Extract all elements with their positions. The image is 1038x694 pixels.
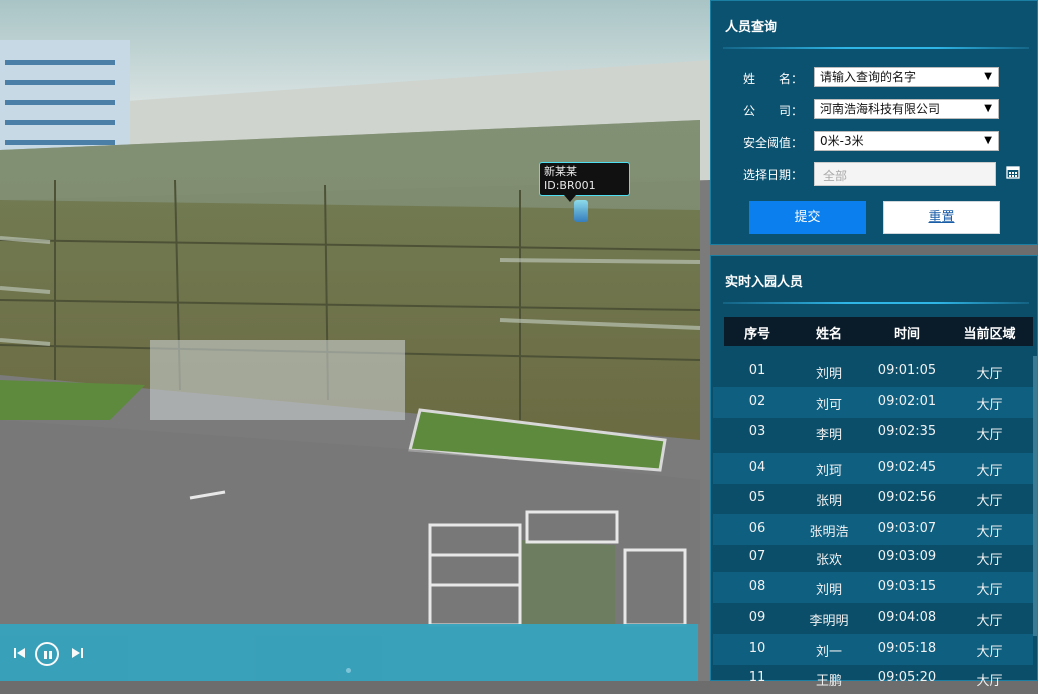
table-row[interactable]: 11 王鹏 09:05:20 大厅 [713,663,1033,694]
skip-next-icon[interactable] [70,646,84,660]
row-area: 大厅 [976,583,1003,598]
title-divider [723,302,1029,304]
3d-scene-viewport[interactable]: 新某某 ID:BR001 [0,0,710,681]
person-query-panel: 人员查询 姓 名： 请输入查询的名字 ▼ 公 司： 河南浩海科技有限公司 ▼ 安… [710,0,1038,245]
panel-title: 人员查询 [725,20,778,35]
row-name: 刘珂 [815,464,842,479]
row-time: 09:03:09 [877,549,937,564]
row-area: 大厅 [976,553,1003,568]
row-index: 03 [748,424,766,439]
chevron-down-icon: ▼ [984,103,992,114]
name-select-value: 请输入查询的名字 [820,70,917,84]
row-name: 王鹏 [815,674,842,689]
table-row[interactable]: 09 李明明 09:04:08 大厅 [713,603,1033,634]
table-row[interactable]: 02 刘可 09:02:01 大厅 [713,387,1033,418]
table-row[interactable]: 07 张欢 09:03:09 大厅 [713,542,1033,573]
company-select-value: 河南浩海科技有限公司 [820,102,941,116]
table-row[interactable]: 03 李明 09:02:35 大厅 [713,417,1033,448]
row-name: 刘一 [815,645,842,660]
row-time: 09:03:15 [877,579,937,594]
row-name: 张明浩 [809,525,849,540]
name-select[interactable]: 请输入查询的名字 ▼ [814,67,999,87]
row-index: 08 [748,579,766,594]
table-row[interactable]: 04 刘珂 09:02:45 大厅 [713,453,1033,484]
tooltip-id: ID:BR001 [544,179,596,192]
chevron-down-icon: ▼ [984,135,992,146]
row-time: 09:05:18 [877,641,937,656]
table-row[interactable]: 08 刘明 09:03:15 大厅 [713,572,1033,603]
row-area: 大厅 [976,398,1003,413]
row-area: 大厅 [976,614,1003,629]
column-header: 当前区域 [963,327,1016,342]
column-header: 序号 [743,327,770,342]
column-header: 姓名 [815,327,842,342]
row-area: 大厅 [976,428,1003,443]
row-time: 09:05:20 [877,670,937,685]
row-name: 刘可 [815,398,842,413]
row-index: 09 [748,610,766,625]
threshold-select-value: 0米-3米 [820,134,864,148]
threshold-label: 安全阈值： [743,136,804,150]
row-index: 01 [748,363,766,378]
playback-bar [0,624,698,681]
table-row[interactable]: 06 张明浩 09:03:07 大厅 [713,514,1033,545]
row-time: 09:01:05 [877,363,937,378]
tooltip-name: 新某某 [544,165,577,178]
scrollbar[interactable] [1033,356,1037,636]
table-row[interactable]: 01 刘明 09:01:05 大厅 [713,356,1033,387]
submit-button[interactable]: 提交 [749,201,866,234]
calendar-icon[interactable] [1006,165,1020,179]
company-select[interactable]: 河南浩海科技有限公司 ▼ [814,99,999,119]
date-label: 选择日期： [743,168,804,182]
scene-render [0,0,710,681]
row-time: 09:03:07 [877,521,937,536]
row-area: 大厅 [976,494,1003,509]
row-name: 张欢 [815,553,842,568]
row-area: 大厅 [976,525,1003,540]
row-index: 02 [748,394,766,409]
progress-indicator [346,668,351,673]
table-row[interactable]: 10 刘一 09:05:18 大厅 [713,634,1033,665]
row-time: 09:02:01 [877,394,937,409]
skip-previous-icon[interactable] [13,646,27,660]
row-index: 07 [748,549,766,564]
person-marker[interactable] [574,200,588,222]
pause-icon[interactable] [35,642,59,666]
threshold-select[interactable]: 0米-3米 ▼ [814,131,999,151]
row-name: 张明 [815,494,842,509]
name-label: 姓 名： [743,72,804,86]
row-name: 刘明 [815,367,842,382]
row-name: 刘明 [815,583,842,598]
company-label: 公 司： [743,104,804,118]
chevron-down-icon: ▼ [984,71,992,82]
title-divider [723,47,1029,49]
panel-title: 实时入园人员 [725,275,804,290]
row-index: 05 [748,490,766,505]
row-area: 大厅 [976,645,1003,660]
row-area: 大厅 [976,464,1003,479]
row-name: 李明 [815,428,842,443]
reset-button[interactable]: 重置 [883,201,1000,234]
date-input[interactable]: 全部 [814,162,996,186]
row-time: 09:02:35 [877,424,937,439]
row-index: 11 [748,670,766,685]
row-name: 李明明 [809,614,849,629]
row-area: 大厅 [976,367,1003,382]
table-row[interactable]: 05 张明 09:02:56 大厅 [713,483,1033,514]
row-index: 10 [748,641,766,656]
column-header: 时间 [893,327,920,342]
row-time: 09:04:08 [877,610,937,625]
row-index: 06 [748,521,766,536]
person-tooltip: 新某某 ID:BR001 [539,162,630,202]
row-time: 09:02:45 [877,460,937,475]
live-entry-panel: 实时入园人员 序号 姓名 时间 当前区域 01 刘明 09:01:05 大厅 02 刘可 0… [710,255,1038,689]
row-area: 大厅 [976,674,1003,689]
table-header: 序号 姓名 时间 当前区域 [724,317,1033,346]
row-time: 09:02:56 [877,490,937,505]
row-index: 04 [748,460,766,475]
